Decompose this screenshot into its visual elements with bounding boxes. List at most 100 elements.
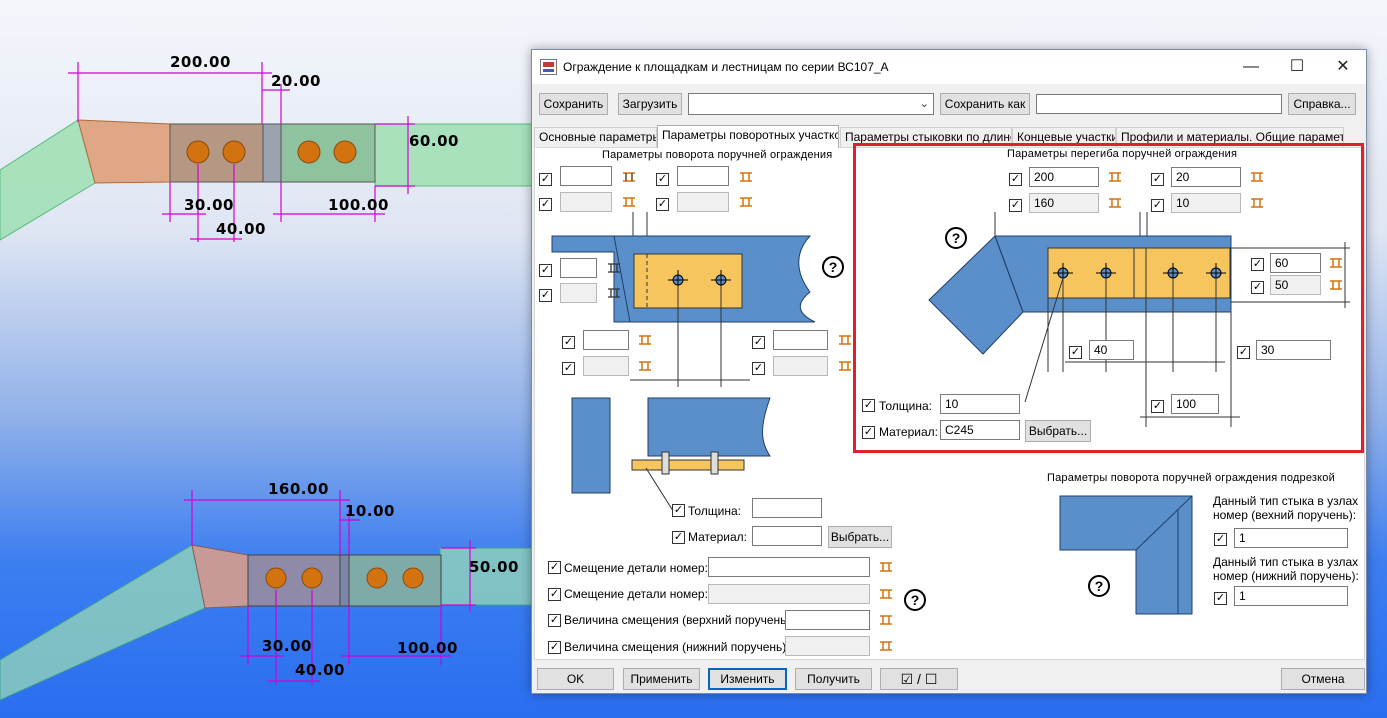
checkbox[interactable]: ✓ — [656, 173, 669, 186]
checkbox[interactable]: ✓ — [752, 362, 765, 375]
apply-button[interactable]: Применить — [623, 668, 700, 690]
checkbox[interactable]: ✓ — [672, 531, 685, 544]
plate-bottom-left — [247, 554, 341, 607]
checkbox[interactable]: ✓ — [1151, 173, 1164, 186]
bolt-bottom-3 — [366, 567, 388, 589]
save-as-name-field[interactable] — [1036, 94, 1282, 114]
checkbox[interactable]: ✓ — [539, 173, 552, 186]
cut-panel-header: Параметры поворота поручней ограждения п… — [1047, 472, 1335, 484]
param-field[interactable] — [560, 258, 597, 278]
checkbox[interactable]: ✓ — [539, 289, 552, 302]
bolt-icon — [1251, 198, 1263, 208]
offset1-field[interactable] — [708, 557, 870, 577]
material-label: Материал: — [688, 530, 747, 544]
cut-bottom-field[interactable]: 1 — [1234, 586, 1348, 606]
bend-bolt-pitch-field[interactable]: 40 — [1089, 340, 1134, 360]
checkbox[interactable]: ✓ — [862, 399, 875, 412]
bolt-icon — [839, 335, 851, 345]
bolt-top-2 — [222, 140, 246, 164]
checkbox[interactable]: ✓ — [862, 426, 875, 439]
bolt-icon — [880, 641, 892, 651]
checkbox[interactable]: ✓ — [562, 336, 575, 349]
bend-thickness-field[interactable]: 10 — [940, 394, 1020, 414]
checkbox[interactable]: ✓ — [752, 336, 765, 349]
bend-gap-field[interactable]: 20 — [1171, 167, 1241, 187]
preset-combo[interactable]: ⌄ — [688, 93, 934, 115]
checkbox[interactable]: ✓ — [548, 641, 561, 654]
checkbox[interactable]: ✓ — [548, 588, 561, 601]
bend-material-field[interactable]: С245 — [940, 420, 1020, 440]
cut-top-label-1: Данный тип стыка в узлах — [1213, 494, 1359, 508]
shift-top-field[interactable] — [785, 610, 870, 630]
maximize-button[interactable]: ☐ — [1274, 50, 1320, 84]
get-button[interactable]: Получить — [795, 668, 872, 690]
modify-button[interactable]: Изменить — [708, 668, 787, 690]
checkbox[interactable]: ✓ — [1069, 346, 1082, 359]
dim-top-plate-len: 100.00 — [328, 196, 389, 214]
checkbox[interactable]: ✓ — [1009, 173, 1022, 186]
checkbox[interactable]: ✓ — [548, 614, 561, 627]
checkbox[interactable]: ✓ — [539, 198, 552, 211]
dim-bottom-gap: 10.00 — [345, 502, 395, 520]
dim-bottom-bolt-pitch: 40.00 — [295, 661, 345, 679]
checkbox[interactable]: ✓ — [562, 362, 575, 375]
bend-bolt-edge-field[interactable]: 30 — [1256, 340, 1331, 360]
checkbox[interactable]: ✓ — [1237, 346, 1250, 359]
bend-thickness-label: Толщина: — [879, 399, 933, 413]
material-field[interactable] — [752, 526, 822, 546]
minimize-button[interactable]: — — [1228, 50, 1274, 84]
bolt-icon — [608, 263, 620, 273]
help-button[interactable]: Справка... — [1288, 93, 1356, 115]
bolt-icon — [880, 615, 892, 625]
plate-top-right — [280, 123, 376, 183]
checkbox[interactable]: ✓ — [1214, 533, 1227, 546]
bolt-icon — [880, 589, 892, 599]
bend-height-field[interactable]: 60 — [1270, 253, 1321, 273]
param-field[interactable] — [773, 330, 828, 350]
checkbox[interactable]: ✓ — [1251, 258, 1264, 271]
param-field[interactable] — [677, 166, 729, 186]
bend-choose-material-button[interactable]: Выбрать... — [1025, 420, 1091, 442]
checkbox[interactable]: ✓ — [1151, 400, 1164, 413]
bend-width-field[interactable]: 200 — [1029, 167, 1099, 187]
save-button[interactable]: Сохранить — [539, 93, 608, 115]
tab-main-params[interactable]: Основные параметры — [534, 127, 657, 147]
checkbox[interactable]: ✓ — [548, 561, 561, 574]
toggle-all-checkboxes-button[interactable]: ☑ / ☐ — [880, 668, 958, 690]
bolt-icon — [639, 335, 651, 345]
checkbox[interactable]: ✓ — [672, 504, 685, 517]
help-icon[interactable]: ? — [904, 589, 926, 611]
shift-bottom-field — [785, 636, 870, 656]
choose-material-button[interactable]: Выбрать... — [828, 526, 892, 548]
bolt-icon — [1109, 198, 1121, 208]
bolt-icon — [880, 562, 892, 572]
bolt-icon — [623, 197, 635, 207]
title-bar[interactable]: Ограждение к площадкам и лестницам по се… — [532, 50, 1366, 84]
checkbox[interactable]: ✓ — [539, 264, 552, 277]
checkbox[interactable]: ✓ — [1151, 199, 1164, 212]
save-as-button[interactable]: Сохранить как — [940, 93, 1030, 115]
checkbox[interactable]: ✓ — [1251, 281, 1264, 294]
bolt-icon — [608, 288, 620, 298]
cancel-button[interactable]: Отмена — [1281, 668, 1365, 690]
param-field[interactable] — [583, 330, 629, 350]
dim-bottom-bolt-edge: 30.00 — [262, 637, 312, 655]
help-icon[interactable]: ? — [822, 256, 844, 278]
checkbox[interactable]: ✓ — [1214, 592, 1227, 605]
cut-top-field[interactable]: 1 — [1234, 528, 1348, 548]
bolt-bottom-4 — [402, 567, 424, 589]
bolt-top-4 — [333, 140, 357, 164]
ok-button[interactable]: OK — [537, 668, 614, 690]
checkbox[interactable]: ✓ — [1009, 199, 1022, 212]
bend-plate-length-field[interactable]: 100 — [1171, 394, 1219, 414]
offset2-label: Смещение детали номер: — [564, 587, 708, 601]
thickness-field[interactable] — [752, 498, 822, 518]
load-button[interactable]: Загрузить — [618, 93, 682, 115]
dim-bottom-height: 50.00 — [469, 558, 519, 576]
param-field[interactable] — [560, 166, 612, 186]
tab-turn-params[interactable]: Параметры поворотных участков — [657, 125, 839, 148]
checkbox[interactable]: ✓ — [656, 198, 669, 211]
help-icon[interactable]: ? — [1088, 575, 1110, 597]
close-button[interactable]: ✕ — [1320, 50, 1366, 84]
bend-height-bottom-field: 50 — [1270, 275, 1321, 295]
